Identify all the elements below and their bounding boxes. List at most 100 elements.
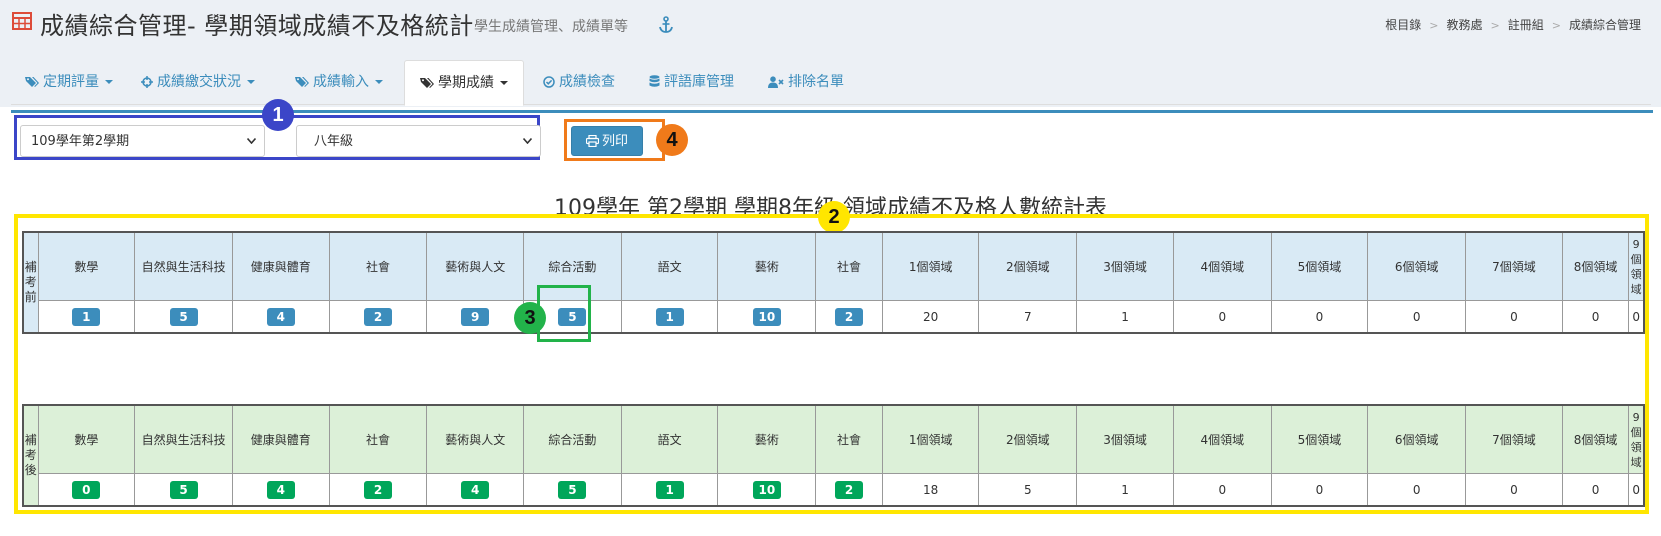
print-icon: [585, 134, 600, 148]
value-cell: 0: [1270, 300, 1369, 334]
value-cell: 0: [1367, 473, 1467, 507]
column-header: 藝術: [717, 231, 817, 301]
count-badge[interactable]: 1: [655, 307, 684, 326]
tags-icon: [295, 77, 309, 87]
column-header: 4個領域: [1172, 231, 1272, 301]
user-times-icon: [768, 76, 784, 88]
count-value: 0: [1591, 309, 1600, 324]
chevron-down-icon: [247, 138, 256, 144]
tab-periodic-assessment[interactable]: 定期評量: [25, 60, 113, 104]
breadcrumb-item[interactable]: 根目錄: [1385, 18, 1421, 32]
value-cell: 0: [1561, 300, 1630, 334]
column-header: 7個領域: [1465, 231, 1563, 301]
tab-label: 排除名單: [788, 74, 844, 90]
row-label-text: 補考後: [24, 433, 37, 477]
count-value: 1: [1121, 482, 1129, 497]
count-badge[interactable]: 1: [655, 480, 684, 499]
count-badge[interactable]: 2: [364, 480, 392, 499]
column-header: 社會: [328, 231, 428, 301]
check-circle-icon: [543, 76, 555, 88]
tab-submission-status[interactable]: 成績繳交狀況: [141, 60, 255, 104]
semester-select[interactable]: 109學年第2學期: [20, 125, 265, 157]
count-badge[interactable]: 4: [266, 307, 295, 326]
column-header: 3個領域: [1076, 404, 1174, 474]
content-top-border: [11, 110, 1653, 113]
page-header: 成績綜合管理- 學期領域成績不及格統計 學生成績管理、成績單等 根目錄 > 教務處 >…: [0, 0, 1661, 107]
anchor-icon[interactable]: [658, 16, 674, 34]
column-header: 3個領域: [1076, 231, 1174, 301]
value-cell: 2: [815, 473, 883, 507]
column-header: 6個領域: [1367, 404, 1467, 474]
column-header: 綜合活動: [523, 404, 622, 474]
value-cell: 0: [1465, 473, 1563, 507]
stats-table-before: 補考前 數學 自然與生活科技 健康與體育 社會 藝術與人文 綜合活動 語文 藝術 社會 1個領域 2個…: [22, 231, 1645, 334]
print-button-label: 列印: [601, 134, 628, 149]
count-value: 0: [1412, 482, 1421, 497]
annotation-badge-2: 2: [818, 201, 850, 233]
caret-down-icon: [375, 80, 383, 84]
grade-select[interactable]: 八年級: [296, 125, 541, 157]
column-header: 8個領域: [1561, 231, 1630, 301]
row-label-after: 補考後: [22, 404, 39, 507]
caret-down-icon: [247, 80, 255, 84]
tab-label: 評語庫管理: [664, 74, 734, 90]
column-header: 數學: [37, 404, 136, 474]
value-cell: 1: [620, 473, 719, 507]
value-cell: 0: [1628, 300, 1645, 334]
value-cell: 0: [1628, 473, 1645, 507]
value-cell: 1: [620, 300, 719, 334]
count-badge[interactable]: 5: [169, 307, 198, 326]
count-value: 1: [1121, 309, 1129, 324]
column-header: 自然與生活科技: [134, 404, 233, 474]
count-value: 0: [1315, 482, 1324, 497]
value-cell: 20: [881, 300, 980, 334]
tags-icon: [25, 77, 39, 87]
value-cell: 0: [1172, 473, 1272, 507]
table-icon: [12, 12, 32, 30]
database-icon: [649, 75, 660, 87]
column-header: 6個領域: [1367, 231, 1467, 301]
annotation-badge-3: 3: [514, 302, 546, 334]
count-badge[interactable]: 5: [558, 480, 587, 499]
value-cell: 4: [426, 473, 525, 507]
column-header: 藝術與人文: [426, 231, 525, 301]
column-header: 1個領域: [881, 404, 980, 474]
tab-score-check[interactable]: 成績檢查: [543, 60, 615, 104]
column-header: 8個領域: [1561, 404, 1630, 474]
tab-label: 成績輸入: [313, 74, 369, 90]
count-badge[interactable]: 1: [72, 307, 101, 326]
column-header: 5個領域: [1270, 404, 1369, 474]
tab-score-entry[interactable]: 成績輸入: [295, 60, 383, 104]
column-header: 4個領域: [1172, 404, 1272, 474]
tab-exclusion-list[interactable]: 排除名單: [768, 60, 844, 104]
count-value: 18: [923, 482, 939, 497]
count-badge[interactable]: 4: [266, 480, 295, 499]
count-badge[interactable]: 5: [169, 480, 198, 499]
count-value: 7: [1024, 309, 1032, 324]
breadcrumb-item[interactable]: 註冊組: [1508, 18, 1544, 32]
semester-select-value: 109學年第2學期: [31, 134, 130, 149]
value-cell: 0: [1465, 300, 1563, 334]
count-badge[interactable]: 10: [752, 307, 781, 326]
value-cell: 5: [134, 300, 233, 334]
count-badge[interactable]: 9: [461, 307, 490, 326]
tab-semester-scores[interactable]: 學期成績: [404, 60, 524, 106]
grade-select-value: 八年級: [314, 134, 354, 149]
row-label-before: 補考前: [22, 231, 39, 334]
tab-comment-library[interactable]: 評語庫管理: [649, 60, 734, 104]
tags-icon: [420, 78, 434, 88]
value-cell: 2: [815, 300, 883, 334]
column-header: 社會: [815, 231, 883, 301]
breadcrumb-item[interactable]: 教務處: [1447, 18, 1483, 32]
count-value: 0: [1412, 309, 1421, 324]
value-cell: 7: [978, 300, 1078, 334]
count-badge[interactable]: 0: [72, 480, 101, 499]
count-badge[interactable]: 2: [835, 307, 864, 326]
stats-table-after: 補考後 數學 自然與生活科技 健康與體育 社會 藝術與人文 綜合活動 語文 藝術 社會 1個領域 2個…: [22, 404, 1645, 507]
column-header: 健康與體育: [231, 404, 330, 474]
count-badge[interactable]: 2: [364, 307, 392, 326]
count-badge[interactable]: 2: [835, 480, 864, 499]
count-badge[interactable]: 4: [461, 480, 490, 499]
print-button[interactable]: 列印: [571, 126, 643, 156]
count-badge[interactable]: 10: [752, 480, 781, 499]
